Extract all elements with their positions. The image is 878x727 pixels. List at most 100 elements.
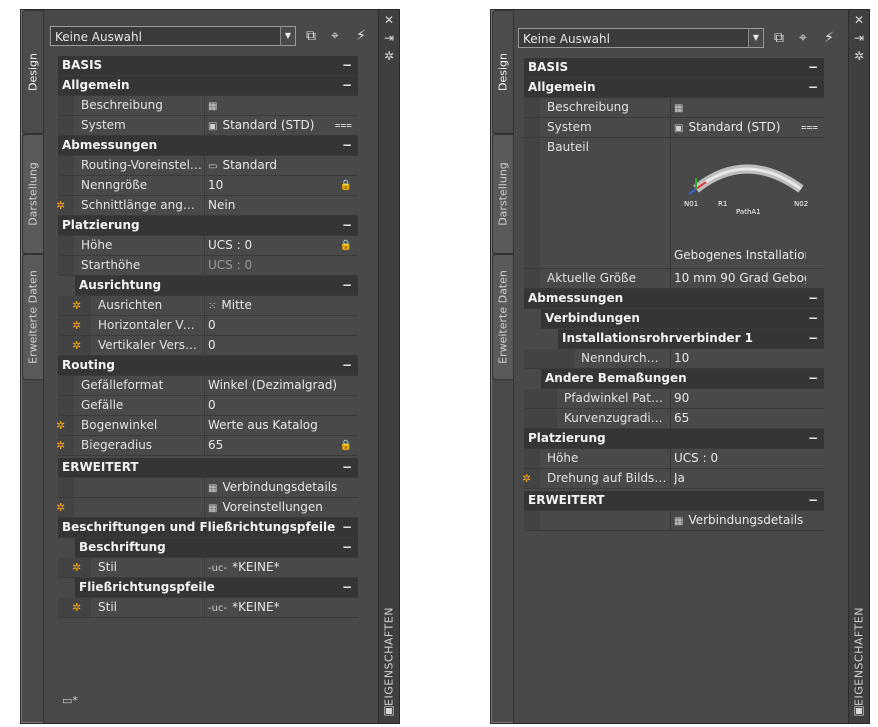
- property-row[interactable]: ✲ Ausrichten ⁙ Mitte: [58, 296, 358, 316]
- close-icon[interactable]: ✕: [382, 14, 396, 26]
- property-row[interactable]: System ▣ Standard (STD) ⩶: [524, 118, 824, 138]
- property-value[interactable]: 65: [674, 411, 689, 425]
- autohide-icon[interactable]: ⇥: [382, 32, 396, 44]
- collapse-icon[interactable]: −: [342, 356, 352, 375]
- collapse-icon[interactable]: −: [342, 136, 352, 155]
- toggle-pickadd-icon[interactable]: ⚡: [820, 29, 838, 47]
- column-divider[interactable]: [204, 396, 205, 415]
- select-objects-icon[interactable]: ⌖: [326, 27, 344, 45]
- category-header[interactable]: Platzierung −: [524, 429, 824, 449]
- property-row[interactable]: ▦ Verbindungsdetails: [524, 511, 824, 531]
- collapse-icon[interactable]: −: [342, 518, 352, 537]
- category-header[interactable]: Verbindungen −: [541, 309, 824, 329]
- property-row[interactable]: Höhe UCS : 0: [524, 449, 824, 469]
- collapse-icon[interactable]: −: [808, 491, 818, 510]
- category-header[interactable]: Allgemein −: [524, 78, 824, 98]
- property-row[interactable]: Kurvenzugradius... 65: [524, 409, 824, 429]
- property-row[interactable]: Gefälle 0: [58, 396, 358, 416]
- column-divider[interactable]: [204, 478, 205, 497]
- column-divider[interactable]: [670, 118, 671, 137]
- property-value[interactable]: UCS : 0: [674, 451, 718, 465]
- tab-design[interactable]: Design: [22, 10, 43, 134]
- column-divider[interactable]: [204, 196, 205, 215]
- category-header[interactable]: Routing −: [58, 356, 358, 376]
- category-header[interactable]: ERWEITERT −: [58, 458, 358, 478]
- property-row[interactable]: Nenngröße 10 🔒: [58, 176, 358, 196]
- property-value[interactable]: UCS : 0: [208, 258, 252, 272]
- property-value[interactable]: *KEINE*: [232, 560, 280, 574]
- collapse-icon[interactable]: −: [808, 369, 818, 388]
- collapse-icon[interactable]: −: [808, 289, 818, 308]
- select-objects-icon[interactable]: ⌖: [794, 29, 812, 47]
- property-value[interactable]: 0: [208, 398, 216, 412]
- chevron-down-icon[interactable]: ▼: [748, 29, 763, 47]
- bauteil-preview-row[interactable]: Bauteil Gebogenes Installationsro... N01 R1…: [524, 138, 824, 269]
- column-divider[interactable]: [204, 316, 205, 335]
- category-header[interactable]: Beschriftung −: [75, 538, 358, 558]
- collapse-icon[interactable]: −: [342, 578, 352, 597]
- column-divider[interactable]: [204, 96, 205, 115]
- autohide-icon[interactable]: ⇥: [852, 32, 866, 44]
- category-header[interactable]: Beschriftungen und Fließrichtungspfeile −: [58, 518, 358, 538]
- column-divider[interactable]: [670, 409, 671, 428]
- property-row[interactable]: Beschreibung ▦: [524, 98, 824, 118]
- toggle-pickadd-icon[interactable]: ⚡: [352, 27, 370, 45]
- property-value[interactable]: 10 mm 90 Grad Gebogen...: [674, 271, 806, 285]
- property-value[interactable]: UCS : 0: [208, 238, 252, 252]
- column-divider[interactable]: [204, 416, 205, 435]
- binoculars-icon[interactable]: ⩶: [801, 118, 818, 137]
- tab-design[interactable]: Design: [492, 10, 513, 134]
- column-divider[interactable]: [204, 376, 205, 395]
- category-header[interactable]: Andere Bemaßungen −: [541, 369, 824, 389]
- column-divider[interactable]: [670, 449, 671, 468]
- category-header[interactable]: Fließrichtungspfeile −: [75, 578, 358, 598]
- property-value[interactable]: Mitte: [221, 298, 251, 312]
- tab-erweiterte-daten[interactable]: Erweiterte Daten: [22, 254, 43, 380]
- selection-dropdown[interactable]: Keine Auswahl ▼: [518, 28, 764, 48]
- property-value[interactable]: Voreinstellungen: [222, 500, 322, 514]
- collapse-icon[interactable]: −: [808, 58, 818, 77]
- property-row[interactable]: ✲ Stil -uc- *KEINE*: [58, 598, 358, 618]
- property-row[interactable]: ✲ Vertikaler Versatz 0: [58, 336, 358, 356]
- property-value[interactable]: Standard (STD): [222, 118, 314, 132]
- column-divider[interactable]: [204, 256, 205, 275]
- property-row[interactable]: ✲ ▦ Voreinstellungen: [56, 498, 358, 518]
- property-value[interactable]: Standard (STD): [688, 120, 780, 134]
- property-row[interactable]: Pfadwinkel PathA1 90: [524, 389, 824, 409]
- collapse-icon[interactable]: −: [342, 276, 352, 295]
- property-value[interactable]: Verbindungsdetails: [688, 513, 803, 527]
- property-row[interactable]: ✲ Bogenwinkel Werte aus Katalog: [56, 416, 358, 436]
- column-divider[interactable]: [204, 336, 205, 355]
- property-row[interactable]: Routing-Voreinstellu... ▭ Standard: [58, 156, 358, 176]
- chevron-down-icon[interactable]: ▼: [280, 27, 295, 45]
- tab-darstellung[interactable]: Darstellung: [22, 134, 43, 254]
- property-value[interactable]: Standard: [222, 158, 277, 172]
- property-row[interactable]: ✲ Horizontaler Vers... 0: [58, 316, 358, 336]
- tab-erweiterte-daten[interactable]: Erweiterte Daten: [492, 254, 513, 380]
- column-divider[interactable]: [204, 116, 205, 135]
- category-header[interactable]: BASIS −: [58, 56, 358, 76]
- property-value[interactable]: 10: [208, 178, 223, 192]
- settings-icon[interactable]: ✲: [852, 50, 866, 62]
- property-row[interactable]: Starthöhe UCS : 0: [58, 256, 358, 276]
- column-divider[interactable]: [204, 436, 205, 455]
- settings-icon[interactable]: ✲: [382, 50, 396, 62]
- property-value[interactable]: 65: [208, 438, 223, 452]
- property-row[interactable]: ✲ Drehung auf Bildschi... Ja: [522, 469, 824, 489]
- property-value[interactable]: Werte aus Katalog: [208, 418, 318, 432]
- property-row[interactable]: Nenndurchme... 10: [524, 349, 824, 369]
- collapse-icon[interactable]: −: [808, 309, 818, 328]
- property-row[interactable]: ✲ Biegeradius 65 🔒: [56, 436, 358, 456]
- collapse-icon[interactable]: −: [808, 329, 818, 348]
- collapse-icon[interactable]: −: [342, 56, 352, 75]
- column-divider[interactable]: [204, 176, 205, 195]
- column-divider[interactable]: [670, 511, 671, 530]
- property-row[interactable]: Beschreibung ▦: [58, 96, 358, 116]
- property-value[interactable]: *KEINE*: [232, 600, 280, 614]
- category-header[interactable]: ERWEITERT −: [524, 491, 824, 511]
- selection-dropdown[interactable]: Keine Auswahl ▼: [50, 26, 296, 46]
- quick-select-icon[interactable]: ⧉: [302, 27, 320, 45]
- property-row[interactable]: Gefälleformat Winkel (Dezimalgrad): [58, 376, 358, 396]
- category-header[interactable]: Abmessungen −: [524, 289, 824, 309]
- collapse-icon[interactable]: −: [808, 429, 818, 448]
